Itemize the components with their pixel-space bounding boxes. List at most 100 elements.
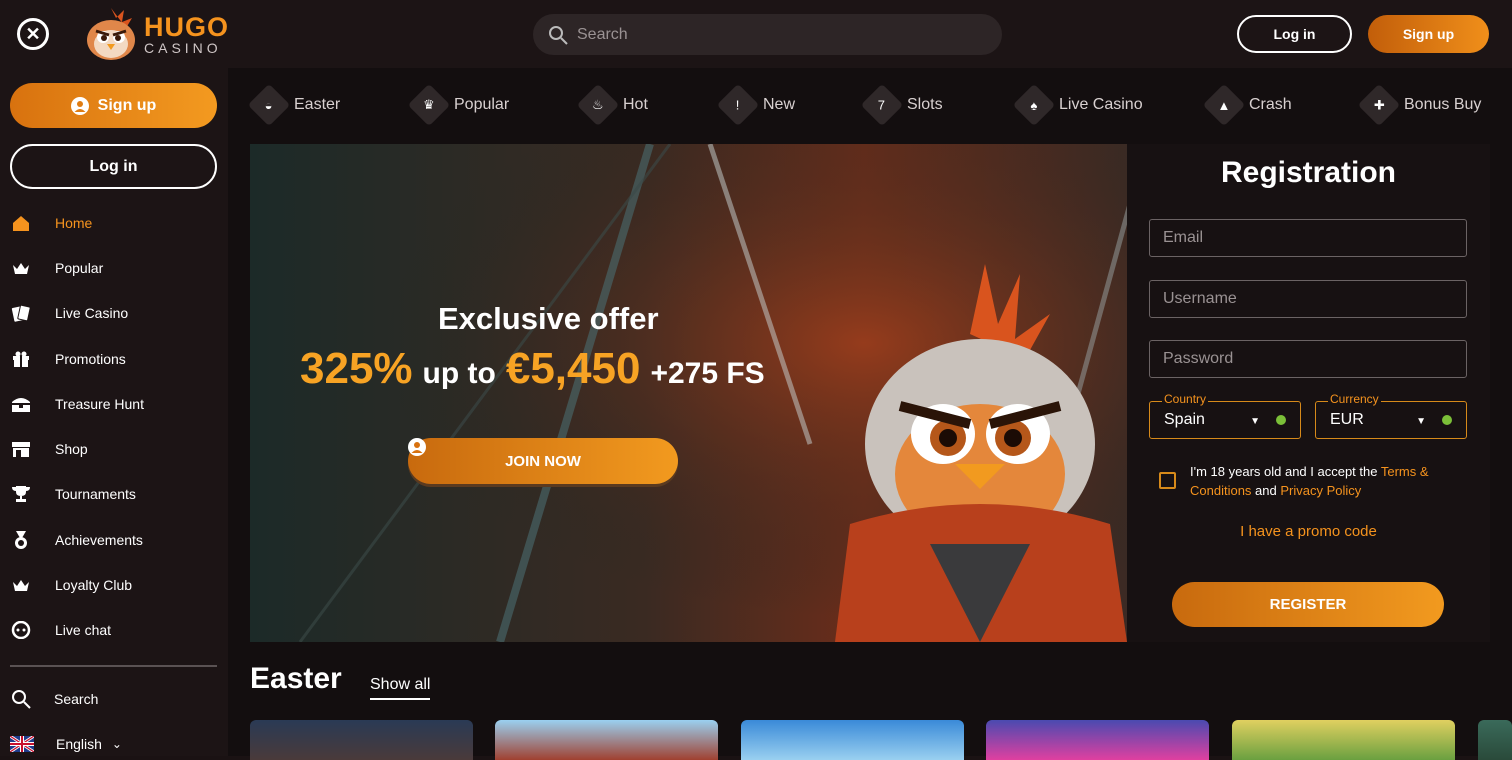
- sidebar-item-popular[interactable]: Popular: [0, 245, 228, 290]
- language-label: English: [56, 736, 102, 752]
- category-label: Hot: [623, 96, 648, 113]
- crown-icon: [10, 257, 32, 279]
- offer-up-to: up to: [422, 357, 496, 390]
- shop-icon: [10, 438, 32, 460]
- sidebar-item-live-chat[interactable]: Live chat: [0, 608, 228, 653]
- country-value: Spain: [1164, 411, 1205, 428]
- category-label: Crash: [1249, 96, 1292, 113]
- game-thumbnail[interactable]: [986, 720, 1209, 760]
- promo-code-link[interactable]: I have a promo code: [1127, 523, 1490, 540]
- category-label: Live Casino: [1059, 96, 1143, 113]
- sidebar-item-home[interactable]: Home: [0, 200, 228, 245]
- cart-icon: ✚: [1357, 83, 1401, 127]
- terms-and: and: [1251, 483, 1281, 498]
- search-icon: [549, 25, 568, 45]
- sidebar-item-shop[interactable]: Shop: [0, 426, 228, 471]
- section-title: Easter: [250, 662, 342, 695]
- rocket-icon: ▲: [1202, 83, 1246, 127]
- logo[interactable]: HUGO CASINO: [80, 4, 229, 64]
- email-input[interactable]: [1163, 229, 1453, 247]
- game-thumbnail[interactable]: [1478, 720, 1512, 760]
- cards-icon: [10, 302, 32, 324]
- game-thumbnail[interactable]: [250, 720, 473, 760]
- game-thumbnail[interactable]: [741, 720, 964, 760]
- search-bar[interactable]: [533, 14, 1002, 55]
- home-icon: [10, 212, 32, 234]
- sidebar-login-button[interactable]: Log in: [10, 144, 217, 189]
- username-field[interactable]: [1149, 280, 1467, 318]
- signup-button[interactable]: Sign up: [1368, 15, 1489, 53]
- category-hot[interactable]: ♨ Hot: [576, 83, 648, 127]
- chevron-down-icon: ⌄: [111, 737, 122, 751]
- search-input[interactable]: [577, 25, 977, 44]
- sidebar-search-label: Search: [54, 691, 99, 707]
- game-thumbnail[interactable]: [1232, 720, 1455, 760]
- cards-icon: ♠: [1012, 83, 1056, 127]
- caret-down-icon: ▼: [1250, 416, 1260, 427]
- sidebar-item-achievements[interactable]: Achievements: [0, 517, 228, 562]
- login-button[interactable]: Log in: [1237, 15, 1352, 53]
- offer-title: Exclusive offer: [438, 301, 659, 336]
- logo-wordmark: HUGO: [144, 11, 229, 42]
- sidebar-item-loyalty-club[interactable]: Loyalty Club: [0, 562, 228, 607]
- main-content: ◒ Easter ♛ Popular ♨ Hot ! New 7 Slots ♠…: [228, 68, 1512, 760]
- terms-checkbox[interactable]: [1159, 472, 1176, 489]
- category-label: New: [763, 96, 796, 113]
- category-label: Easter: [294, 96, 341, 113]
- category-new[interactable]: ! New: [716, 83, 796, 127]
- close-menu-icon[interactable]: ✕: [17, 18, 49, 50]
- trophy-icon: [10, 483, 32, 505]
- sidebar-search[interactable]: Search: [10, 688, 98, 710]
- terms-text: I'm 18 years old and I accept the Terms …: [1190, 462, 1460, 500]
- bird-logo-icon: [87, 8, 135, 60]
- sidebar-item-label: Live Casino: [55, 305, 129, 322]
- country-select[interactable]: Country Spain ▼: [1149, 392, 1301, 439]
- category-live-casino[interactable]: ♠ Live Casino: [1012, 83, 1143, 127]
- language-selector[interactable]: English ⌄: [10, 736, 122, 752]
- category-easter[interactable]: ◒ Easter: [247, 83, 341, 127]
- offer-percent: 325%: [300, 344, 413, 393]
- search-icon: [12, 690, 31, 709]
- offer-amount: €5,450: [505, 344, 641, 393]
- currency-label: Currency: [1328, 392, 1381, 406]
- sidebar: Sign up Log in Home Popular Live Casino …: [0, 68, 228, 756]
- register-button[interactable]: REGISTER: [1172, 582, 1444, 627]
- password-input[interactable]: [1163, 350, 1453, 368]
- username-input[interactable]: [1163, 290, 1453, 308]
- sidebar-item-label: Treasure Hunt: [55, 395, 144, 412]
- category-bonus-buy[interactable]: ✚ Bonus Buy: [1357, 83, 1481, 127]
- crown-icon: [10, 574, 32, 596]
- exclamation-icon: !: [716, 83, 760, 127]
- category-popular[interactable]: ♛ Popular: [407, 83, 509, 127]
- privacy-link[interactable]: Privacy Policy: [1280, 483, 1361, 498]
- slot-icon: 7: [860, 83, 904, 127]
- category-crash[interactable]: ▲ Crash: [1202, 83, 1292, 127]
- medal-icon: [10, 529, 32, 551]
- category-bar: ◒ Easter ♛ Popular ♨ Hot ! New 7 Slots ♠…: [228, 68, 1512, 143]
- game-thumbnail[interactable]: [495, 720, 718, 760]
- chat-icon: [10, 619, 32, 641]
- top-bar: ✕ HUGO CASINO Log in Sign up: [0, 0, 1512, 68]
- sidebar-item-tournaments[interactable]: Tournaments: [0, 472, 228, 517]
- sidebar-item-live-casino[interactable]: Live Casino: [0, 291, 228, 336]
- sidebar-item-treasure-hunt[interactable]: Treasure Hunt: [0, 381, 228, 426]
- sidebar-signup-button[interactable]: Sign up: [10, 83, 217, 128]
- uk-flag-icon: [10, 736, 34, 752]
- user-icon: [70, 96, 89, 115]
- sidebar-item-promotions[interactable]: Promotions: [0, 336, 228, 381]
- show-all-link[interactable]: Show all: [370, 676, 431, 700]
- offer-line: 325% up to €5,450 +275 FS: [300, 344, 775, 394]
- promo-banner[interactable]: Exclusive offer 325% up to €5,450 +275 F…: [250, 144, 1127, 642]
- sidebar-item-label: Home: [55, 214, 93, 231]
- gift-icon: [10, 348, 32, 370]
- currency-select[interactable]: Currency EUR ▼: [1315, 392, 1467, 439]
- country-label: Country: [1162, 392, 1209, 406]
- category-slots[interactable]: 7 Slots: [860, 83, 943, 127]
- password-field[interactable]: [1149, 340, 1467, 378]
- sidebar-item-label: Tournaments: [55, 486, 136, 503]
- sidebar-item-label: Shop: [55, 441, 88, 458]
- valid-check-icon: [1276, 415, 1286, 425]
- join-now-button[interactable]: JOIN NOW: [408, 438, 678, 484]
- email-field[interactable]: [1149, 219, 1467, 257]
- sidebar-item-label: Achievements: [55, 531, 143, 548]
